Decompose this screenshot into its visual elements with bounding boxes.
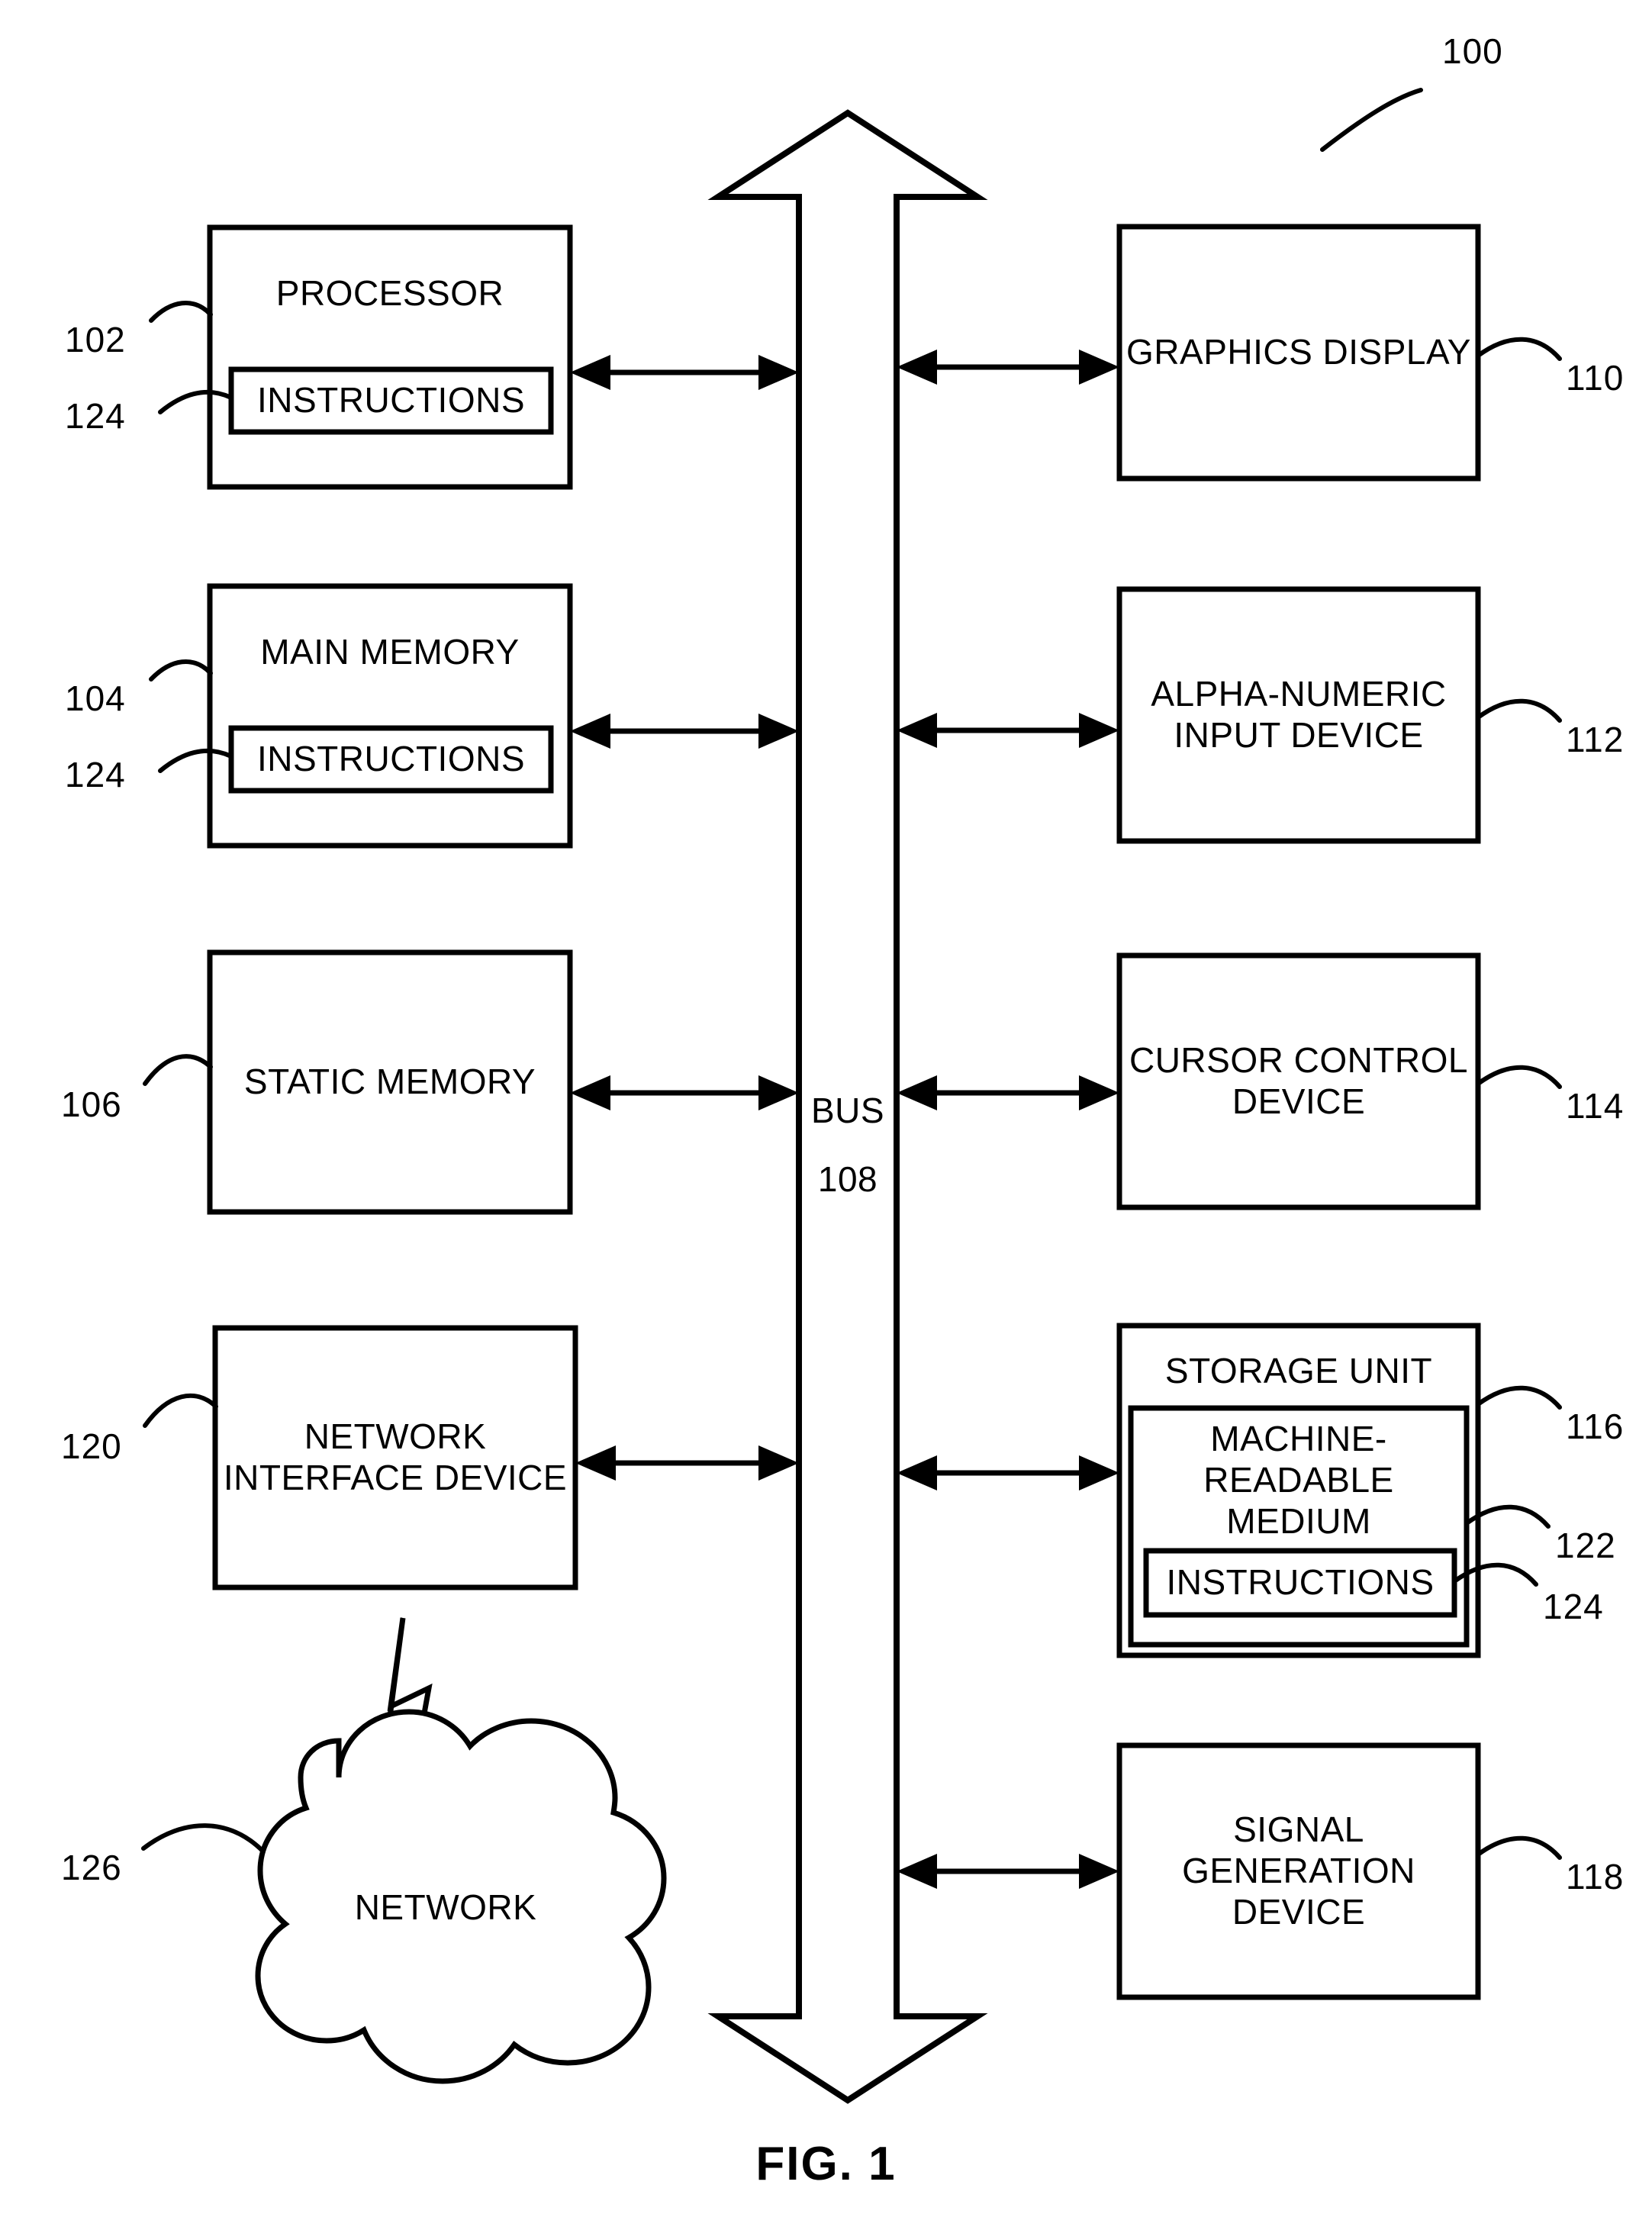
network-interface-device-box-outline (212, 1325, 578, 1590)
ref-102: 102 (65, 320, 126, 359)
ref-104: 104 (65, 678, 126, 718)
connector-processor-bus (570, 355, 799, 390)
cursor-control-device-box-outline (1116, 952, 1481, 1210)
ref-100: 100 (1442, 31, 1503, 71)
ref-124-processor: 124 (65, 396, 126, 436)
ref-114: 114 (1566, 1086, 1625, 1126)
alpha-numeric-input-device-box-outline (1116, 586, 1481, 844)
processor-box-outline (207, 224, 573, 490)
network-cloud-shape (255, 1709, 667, 2084)
ref-106: 106 (61, 1084, 122, 1124)
connector-bus-cursor-control-device (897, 1075, 1119, 1110)
ref-110: 110 (1566, 358, 1625, 398)
bus-label: BUS (810, 1091, 885, 1130)
connector-bus-signal-generation-device (897, 1854, 1119, 1889)
connector-bus-storage-unit (897, 1455, 1119, 1490)
ref-120: 120 (61, 1426, 122, 1466)
connector-main-memory-bus (570, 714, 799, 749)
static-memory-box-outline (207, 949, 573, 1215)
ref-116: 116 (1566, 1407, 1625, 1446)
leader-lines (141, 88, 1562, 1860)
ref-124-main-memory: 124 (65, 755, 126, 794)
connector-bus-graphics-display (897, 350, 1119, 385)
storage-unit-box-outline (1116, 1323, 1481, 1658)
ref-126: 126 (61, 1848, 122, 1887)
connector-network-interface-device-bus (575, 1445, 799, 1481)
connector-bus-alpha-numeric-input-device (897, 713, 1119, 748)
patent-figure-1: 100 PROCESSOR INSTRUCTIONS 102 124 MAIN … (0, 0, 1652, 2230)
graphics-display-box-outline (1116, 224, 1481, 482)
ref-108: 108 (817, 1159, 878, 1199)
ref-112: 112 (1566, 720, 1625, 759)
ref-122: 122 (1555, 1526, 1616, 1565)
figure-caption: FIG. 1 (755, 2138, 897, 2190)
connector-static-memory-bus (570, 1075, 799, 1110)
signal-generation-device-box-outline (1116, 1742, 1481, 2000)
ref-124-storage: 124 (1543, 1587, 1604, 1626)
main-memory-box-outline (207, 583, 573, 849)
ref-118: 118 (1566, 1857, 1625, 1896)
